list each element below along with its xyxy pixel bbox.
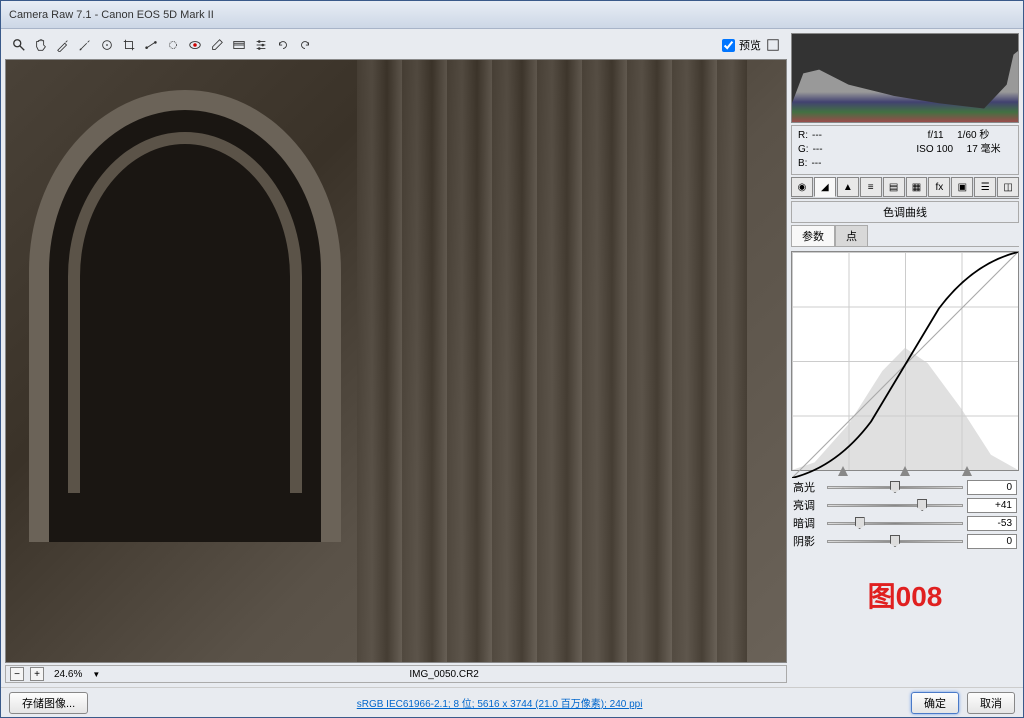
crop-tool-icon[interactable] <box>119 35 139 55</box>
titlebar: Camera Raw 7.1 - Canon EOS 5D Mark II <box>1 1 1023 29</box>
cancel-button[interactable]: 取消 <box>967 692 1015 714</box>
watermark-text: 图008 <box>791 555 1019 635</box>
curve-region-handle[interactable] <box>900 466 910 476</box>
white-balance-tool-icon[interactable] <box>53 35 73 55</box>
workflow-options-link[interactable]: sRGB IEC61966-2.1; 8 位; 5616 x 3744 (21.… <box>357 695 643 710</box>
adjustment-panel-tabs: ◉ ◢ ▲ ≡ ▤ ▦ fx ▣ ☰ ◫ <box>791 177 1019 199</box>
filename-label: IMG_0050.CR2 <box>409 669 478 680</box>
curve-region-handle[interactable] <box>962 466 972 476</box>
image-preview[interactable] <box>5 59 787 663</box>
zoom-level[interactable]: 24.6% <box>50 669 86 680</box>
save-image-button[interactable]: 存储图像... <box>9 692 88 714</box>
darks-label: 暗调 <box>793 515 823 531</box>
shadows-label: 阴影 <box>793 533 823 549</box>
rotate-cw-icon[interactable] <box>295 35 315 55</box>
zoom-tool-icon[interactable] <box>9 35 29 55</box>
exif-info: R:--- G:--- B:--- f/11 1/60 秒 ISO 100 17… <box>791 125 1019 175</box>
targeted-adjust-tool-icon[interactable] <box>97 35 117 55</box>
prefs-tool-icon[interactable] <box>251 35 271 55</box>
lights-slider[interactable] <box>827 498 963 512</box>
lights-label: 亮调 <box>793 497 823 513</box>
ok-button[interactable]: 确定 <box>911 692 959 714</box>
highlights-slider[interactable] <box>827 480 963 494</box>
highlights-label: 高光 <box>793 479 823 495</box>
tone-curve-graph[interactable] <box>791 251 1019 471</box>
parametric-tab[interactable]: 参数 <box>791 225 835 246</box>
panel-title: 色调曲线 <box>791 201 1019 223</box>
histogram[interactable] <box>791 33 1019 123</box>
image-status-bar: − + 24.6% ▼ IMG_0050.CR2 <box>5 665 787 683</box>
basic-tab-icon[interactable]: ◉ <box>791 177 813 197</box>
redeye-tool-icon[interactable] <box>185 35 205 55</box>
camera-tab-icon[interactable]: ▣ <box>951 177 973 197</box>
hsl-tab-icon[interactable]: ≡ <box>860 177 882 197</box>
lens-tab-icon[interactable]: ▦ <box>906 177 928 197</box>
hand-tool-icon[interactable] <box>31 35 51 55</box>
highlights-input[interactable] <box>967 480 1017 495</box>
split-tone-tab-icon[interactable]: ▤ <box>883 177 905 197</box>
color-sampler-tool-icon[interactable] <box>75 35 95 55</box>
snapshots-tab-icon[interactable]: ◫ <box>997 177 1019 197</box>
fx-tab-icon[interactable]: fx <box>928 177 950 197</box>
preview-checkbox[interactable]: 预览 <box>722 37 761 53</box>
zoom-in-button[interactable]: + <box>30 667 44 681</box>
graduated-filter-tool-icon[interactable] <box>229 35 249 55</box>
shadows-slider[interactable] <box>827 534 963 548</box>
shadows-input[interactable] <box>967 534 1017 549</box>
darks-slider[interactable] <box>827 516 963 530</box>
fullscreen-icon[interactable] <box>763 35 783 55</box>
presets-tab-icon[interactable]: ☰ <box>974 177 996 197</box>
adjustment-brush-tool-icon[interactable] <box>207 35 227 55</box>
window-title: Camera Raw 7.1 - Canon EOS 5D Mark II <box>9 9 214 21</box>
rotate-ccw-icon[interactable] <box>273 35 293 55</box>
detail-tab-icon[interactable]: ▲ <box>837 177 859 197</box>
tone-curve-tab-icon[interactable]: ◢ <box>814 177 836 197</box>
darks-input[interactable] <box>967 516 1017 531</box>
main-toolbar: 预览 <box>5 33 787 57</box>
point-tab[interactable]: 点 <box>835 225 868 246</box>
straighten-tool-icon[interactable] <box>141 35 161 55</box>
spot-removal-tool-icon[interactable] <box>163 35 183 55</box>
curve-region-handle[interactable] <box>838 466 848 476</box>
zoom-out-button[interactable]: − <box>10 667 24 681</box>
lights-input[interactable] <box>967 498 1017 513</box>
